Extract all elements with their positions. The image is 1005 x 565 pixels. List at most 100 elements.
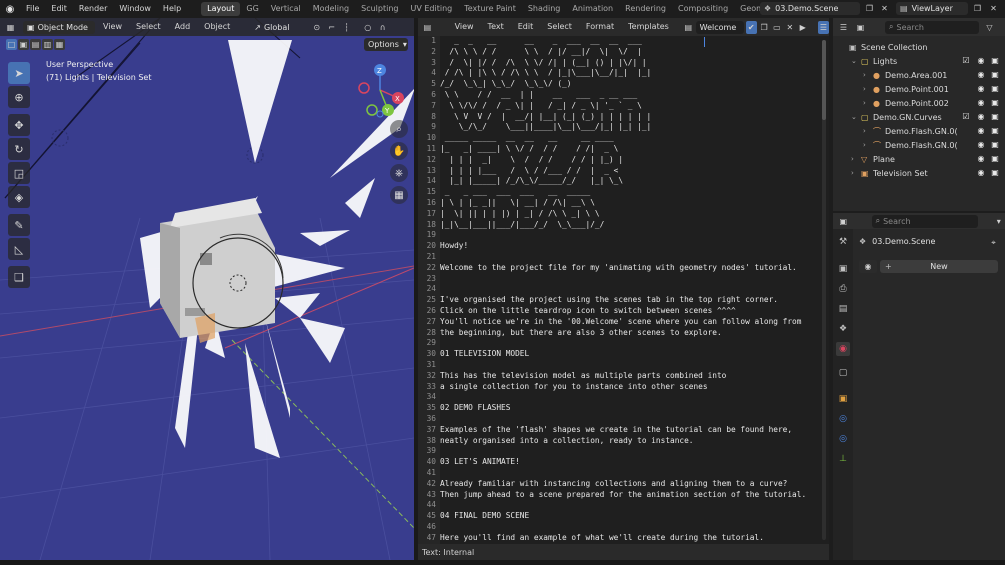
text-line[interactable]: You'll notice we're in the '00.Welcome' … <box>440 317 801 328</box>
options-dropdown[interactable]: Options ▾ <box>364 38 408 51</box>
run-script-icon[interactable]: ▶ <box>797 21 808 34</box>
new-scene-icon[interactable]: ❐ <box>863 2 876 15</box>
scale-tool[interactable]: ◲ <box>8 162 30 184</box>
chevron-right-icon[interactable]: › <box>863 99 871 107</box>
text-line[interactable]: _____ _____ __ __ __ __ ____ <box>440 133 623 144</box>
properties-search-field[interactable]: ⌕ Search <box>871 214 979 228</box>
outliner-row[interactable]: ⌄ ▢ Demo.GN.Curves ☑ ◉ ▣ <box>833 110 1005 124</box>
text-line[interactable]: |_| |_____| /_/\_\/_____/_/ |_| \_\ <box>440 176 623 187</box>
tab-modeling[interactable]: Modeling <box>307 2 355 16</box>
pivot-icon[interactable]: ⊙ <box>310 21 323 34</box>
text-line[interactable]: \ \/\/ / / _ \| | / _| / _ \| '_ ` _ \ <box>440 101 647 112</box>
eye-icon[interactable]: ◉ <box>976 84 986 94</box>
camera-icon[interactable]: ▣ <box>990 154 1000 164</box>
snap-icon[interactable]: ⌐ <box>325 21 338 34</box>
tab-shading[interactable]: Shading <box>522 2 567 16</box>
cursor-tool[interactable]: ⊕ <box>8 86 30 108</box>
pin-icon[interactable]: ⌖ <box>987 236 1000 249</box>
render-tab-icon[interactable]: ▣ <box>836 262 850 276</box>
data-tab-icon[interactable]: ⊥ <box>836 452 850 466</box>
falloff-icon[interactable]: ∩ <box>376 21 389 34</box>
ed-menu-format[interactable]: Format <box>580 18 620 36</box>
eye-icon[interactable]: ◉ <box>976 112 986 122</box>
camera-icon[interactable]: ▣ <box>990 140 1000 150</box>
ed-menu-edit[interactable]: Edit <box>512 18 540 36</box>
add-cube-tool[interactable]: ❑ <box>8 266 30 288</box>
camera-icon[interactable]: ▣ <box>990 168 1000 178</box>
select-intersect-icon[interactable]: ▦ <box>54 38 65 50</box>
fake-user-shield-icon[interactable]: ✔ <box>745 20 757 34</box>
close-scene-icon[interactable]: ✕ <box>878 2 891 15</box>
editor-type-icon[interactable]: ▦ <box>4 21 17 34</box>
outliner-row[interactable]: › ● Demo.Point.001 ◉ ▣ <box>833 82 1005 96</box>
tab-layout[interactable]: Layout <box>201 2 241 16</box>
text-line[interactable]: the beginning, but there are also 3 othe… <box>440 328 722 339</box>
chevron-right-icon[interactable]: › <box>863 141 871 149</box>
ed-menu-select[interactable]: Select <box>541 18 578 36</box>
text-line[interactable]: /\ \ \ / / \ \ / |/ __|/ \| \/ | <box>440 47 641 58</box>
tab-animation[interactable]: Animation <box>566 2 619 16</box>
properties-type-icon[interactable]: ▣ <box>837 215 850 228</box>
camera-icon[interactable]: ▣ <box>990 98 1000 108</box>
navigation-gizmo[interactable]: Z X Y <box>350 60 410 120</box>
select-box-tool[interactable]: ➤ <box>8 62 30 84</box>
filter-icon[interactable]: ▽ <box>983 21 996 34</box>
chevron-right-icon[interactable]: › <box>863 85 871 93</box>
tab-texture-paint[interactable]: Texture Paint <box>458 2 522 16</box>
text-line[interactable]: Already familiar with instancing collect… <box>440 479 787 490</box>
exclude-checkbox-icon[interactable]: ☑ <box>961 112 971 122</box>
outliner-row[interactable]: › ▣ Television Set ◉ ▣ <box>833 166 1005 180</box>
3d-viewport[interactable]: ▦ ▣ Object Mode View Select Add Object ↗… <box>0 18 414 560</box>
collection-tab-icon[interactable]: ▢ <box>836 366 850 380</box>
new-world-button[interactable]: + New <box>880 260 998 273</box>
text-line[interactable]: _ _ __ __ _ ___ __ __ ___ <box>440 36 647 47</box>
view-layer-tab-icon[interactable]: ▤ <box>836 302 850 316</box>
text-line[interactable]: | | | _| \ / / / / / | |_) | <box>440 155 623 166</box>
outliner-row[interactable]: ▣ Scene Collection <box>833 40 1005 54</box>
outliner-row[interactable]: › ⌒ Demo.Flash.GN.0(◉ ▣ <box>833 124 1005 138</box>
text-browse-icon[interactable]: ▤ <box>683 21 694 34</box>
text-line[interactable]: | \ | |_ _|| \| __| / /\| __\ \ <box>440 198 595 209</box>
text-line[interactable]: /_/ \_\_| \_\_/ \_\_\/ (_) <box>440 79 656 90</box>
scene-selector[interactable]: ❖ 03.Demo.Scene <box>760 2 860 15</box>
camera-icon[interactable]: ▣ <box>990 126 1000 136</box>
text-line[interactable]: |_ _| ____| \ \/ / / / / /| _ \ <box>440 144 623 155</box>
object-tab-icon[interactable]: ▣ <box>836 392 850 406</box>
text-line[interactable]: / \| |/ / /\ \ \/ /| | (__| () | |\/| | <box>440 58 646 69</box>
text-line[interactable]: | | | |___ / \ / /___ / / | _ < <box>440 166 623 177</box>
tab-gg[interactable]: GG <box>240 2 264 16</box>
outliner-row[interactable]: ⌄ ▢ Lights ☑ ◉ ▣ <box>833 54 1005 68</box>
new-text-icon[interactable]: ❐ <box>759 21 770 34</box>
text-line[interactable]: Welcome to the project file for my 'anim… <box>440 263 797 274</box>
ed-menu-view[interactable]: View <box>449 18 480 36</box>
eye-icon[interactable]: ◉ <box>976 70 986 80</box>
text-line[interactable]: / /\ | |\ \ / /\ \ \ / |_|\___|\__/|_| |… <box>440 68 652 79</box>
text-line[interactable]: \ \ / / __ | | __ ___ _ __ ___ <box>440 90 647 101</box>
camera-view-icon[interactable]: ⎈ <box>390 164 408 182</box>
chevron-right-icon[interactable]: › <box>851 155 859 163</box>
select-new-icon[interactable]: □ <box>6 38 17 50</box>
text-name-field[interactable]: Welcome <box>695 20 744 34</box>
vp-menu-select[interactable]: Select <box>130 18 167 36</box>
display-mode-icon[interactable]: ▣ <box>854 21 867 34</box>
props-options-chevron-icon[interactable]: ▾ <box>992 215 1005 228</box>
outliner-row[interactable]: › ● Demo.Point.002 ◉ ▣ <box>833 96 1005 110</box>
menu-file[interactable]: File <box>20 0 45 18</box>
text-editor[interactable]: ▤ View Text Edit Select Format Templates… <box>418 18 829 560</box>
chevron-right-icon[interactable]: › <box>863 71 871 79</box>
tab-uv-editing[interactable]: UV Editing <box>404 2 458 16</box>
text-line[interactable]: Examples of the 'flash' shapes we create… <box>440 425 792 436</box>
eye-icon[interactable]: ◉ <box>976 154 986 164</box>
text-scrollbar[interactable] <box>822 40 826 540</box>
tool-tab-icon[interactable]: ⚒ <box>836 235 850 249</box>
sidebar-toggle-icon[interactable]: ☰ <box>818 20 829 34</box>
chevron-down-icon[interactable]: ⌄ <box>851 57 859 65</box>
text-line[interactable]: 04 FINAL DEMO SCENE <box>440 511 529 522</box>
menu-help[interactable]: Help <box>157 0 187 18</box>
outliner-type-icon[interactable]: ☰ <box>837 21 850 34</box>
exclude-checkbox-icon[interactable]: ☑ <box>961 56 971 66</box>
select-extend-icon[interactable]: ▣ <box>18 38 29 50</box>
outliner-search-field[interactable]: ⌕ Search <box>885 20 979 34</box>
output-tab-icon[interactable]: ⎙ <box>836 282 850 296</box>
tab-sculpting[interactable]: Sculpting <box>355 2 404 16</box>
